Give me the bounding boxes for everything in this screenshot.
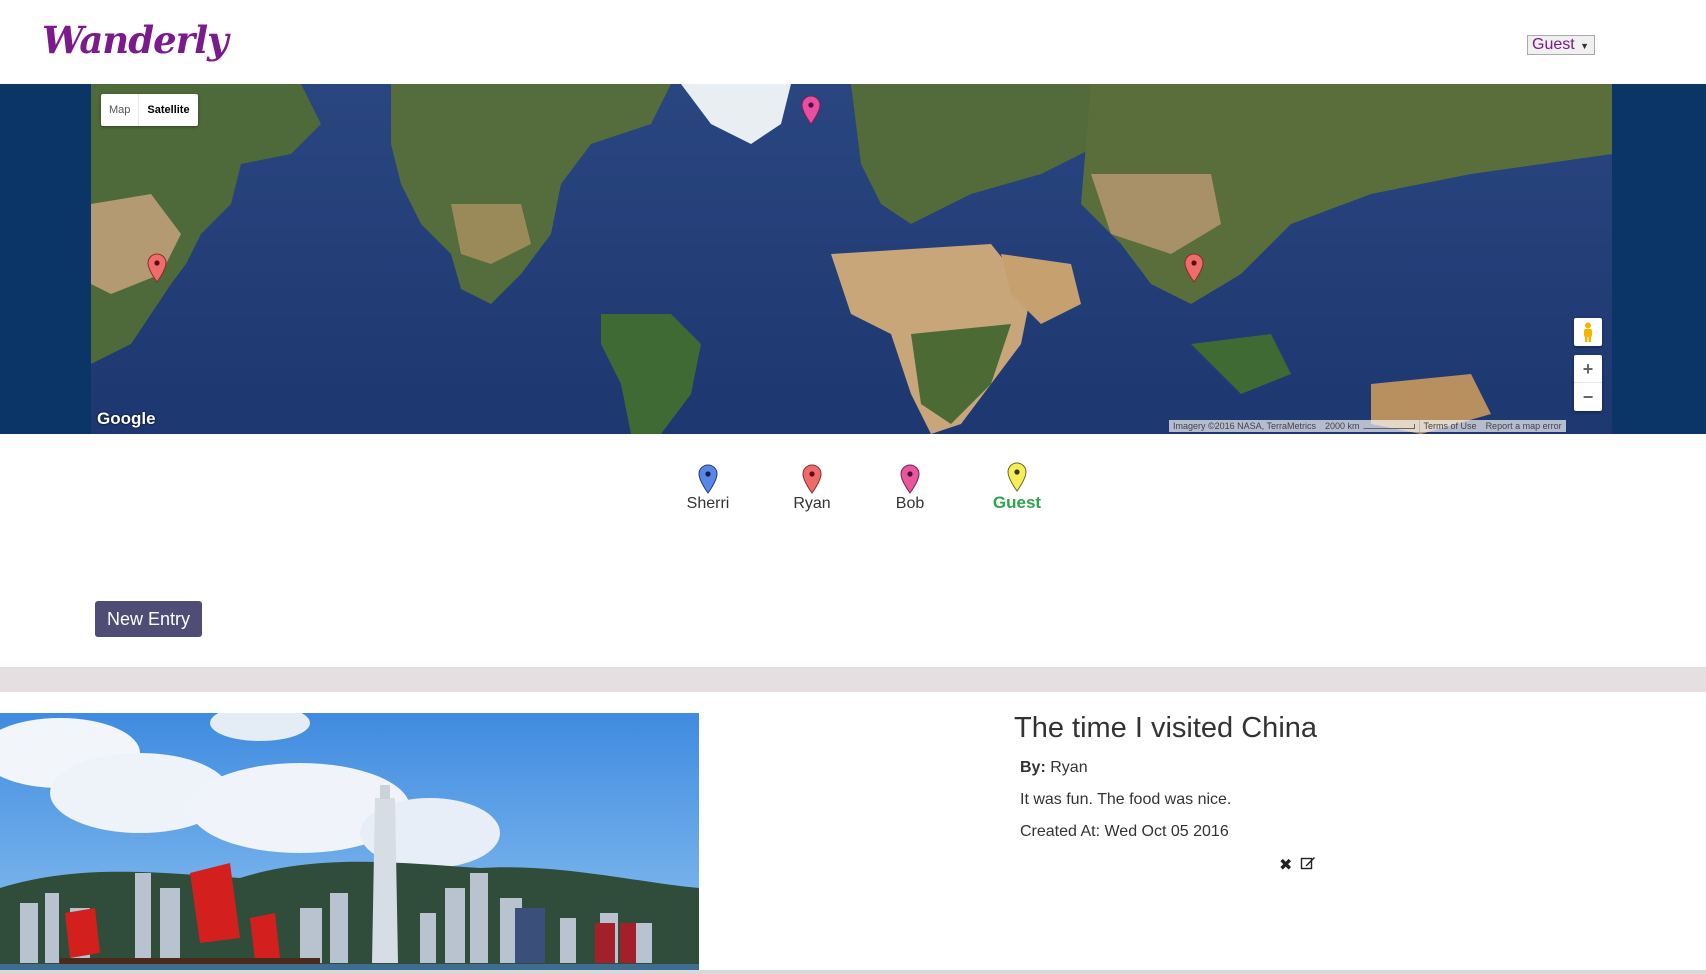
street-view-pegman-icon[interactable] — [1574, 318, 1602, 346]
marker-icon — [698, 464, 718, 494]
terms-link[interactable]: Terms of Use — [1418, 420, 1481, 432]
entry-author: By: Ryan — [1020, 759, 1088, 777]
entry-created-at: Created At: Wed Oct 05 2016 — [1020, 823, 1229, 840]
entry-actions: ✖ — [1279, 855, 1316, 876]
entry-author-value: Ryan — [1050, 759, 1088, 776]
section-divider — [0, 667, 1706, 692]
map-attribution: Imagery ©2016 NASA, TerraMetrics 2000 km… — [1169, 420, 1566, 432]
legend-label: Sherri — [686, 495, 730, 512]
map-marker-ryan-east[interactable] — [1184, 253, 1204, 283]
user-select[interactable]: Guest ▼ — [1527, 35, 1595, 55]
legend-item-ryan[interactable]: Ryan — [777, 464, 847, 513]
top-bar: Wanderly Guest ▼ — [0, 0, 1706, 84]
scale-bar — [1362, 424, 1415, 430]
new-entry-button[interactable]: New Entry — [95, 601, 202, 637]
map-type-map-button[interactable]: Map — [101, 94, 140, 126]
marker-icon — [1007, 462, 1027, 492]
map[interactable]: Map Satellite + − Google Imagery ©2016 N… — [91, 84, 1612, 434]
legend-label: Guest — [992, 493, 1042, 512]
report-error-link[interactable]: Report a map error — [1480, 420, 1566, 432]
entry-body: It was fun. The food was nice. — [1020, 791, 1232, 808]
page-bottom-border — [0, 970, 1706, 974]
legend-item-sherri[interactable]: Sherri — [673, 464, 743, 513]
google-logo[interactable]: Google — [97, 409, 156, 429]
scale-indicator[interactable]: 2000 km — [1320, 420, 1419, 432]
user-legend: Sherri Ryan Bob Guest — [0, 462, 1706, 524]
satellite-imagery — [91, 84, 1612, 434]
legend-item-guest[interactable]: Guest — [982, 462, 1052, 513]
map-marker-bob[interactable] — [801, 95, 821, 125]
map-type-control: Map Satellite — [101, 94, 198, 126]
chevron-down-icon: ▼ — [1580, 41, 1589, 51]
marker-icon — [802, 464, 822, 494]
zoom-out-button[interactable]: − — [1574, 383, 1602, 411]
entry-title: The time I visited China — [1014, 712, 1318, 744]
map-marker-ryan-west[interactable] — [147, 253, 167, 283]
scale-label: 2000 km — [1325, 421, 1360, 431]
legend-item-bob[interactable]: Bob — [875, 464, 945, 513]
legend-label: Bob — [895, 495, 925, 512]
zoom-control: + − — [1574, 355, 1602, 411]
user-select-value: Guest — [1532, 36, 1575, 53]
imagery-credit: Imagery ©2016 NASA, TerraMetrics — [1173, 421, 1317, 431]
legend-label: Ryan — [793, 495, 831, 512]
close-icon[interactable]: ✖ — [1279, 855, 1292, 876]
zoom-in-button[interactable]: + — [1574, 355, 1602, 383]
marker-icon — [900, 464, 920, 494]
map-type-satellite-button[interactable]: Satellite — [139, 94, 197, 126]
entry-author-label: By: — [1020, 759, 1046, 776]
entry-photo — [0, 713, 699, 970]
edit-icon[interactable] — [1300, 855, 1316, 876]
brand-logo[interactable]: Wanderly — [42, 18, 229, 62]
